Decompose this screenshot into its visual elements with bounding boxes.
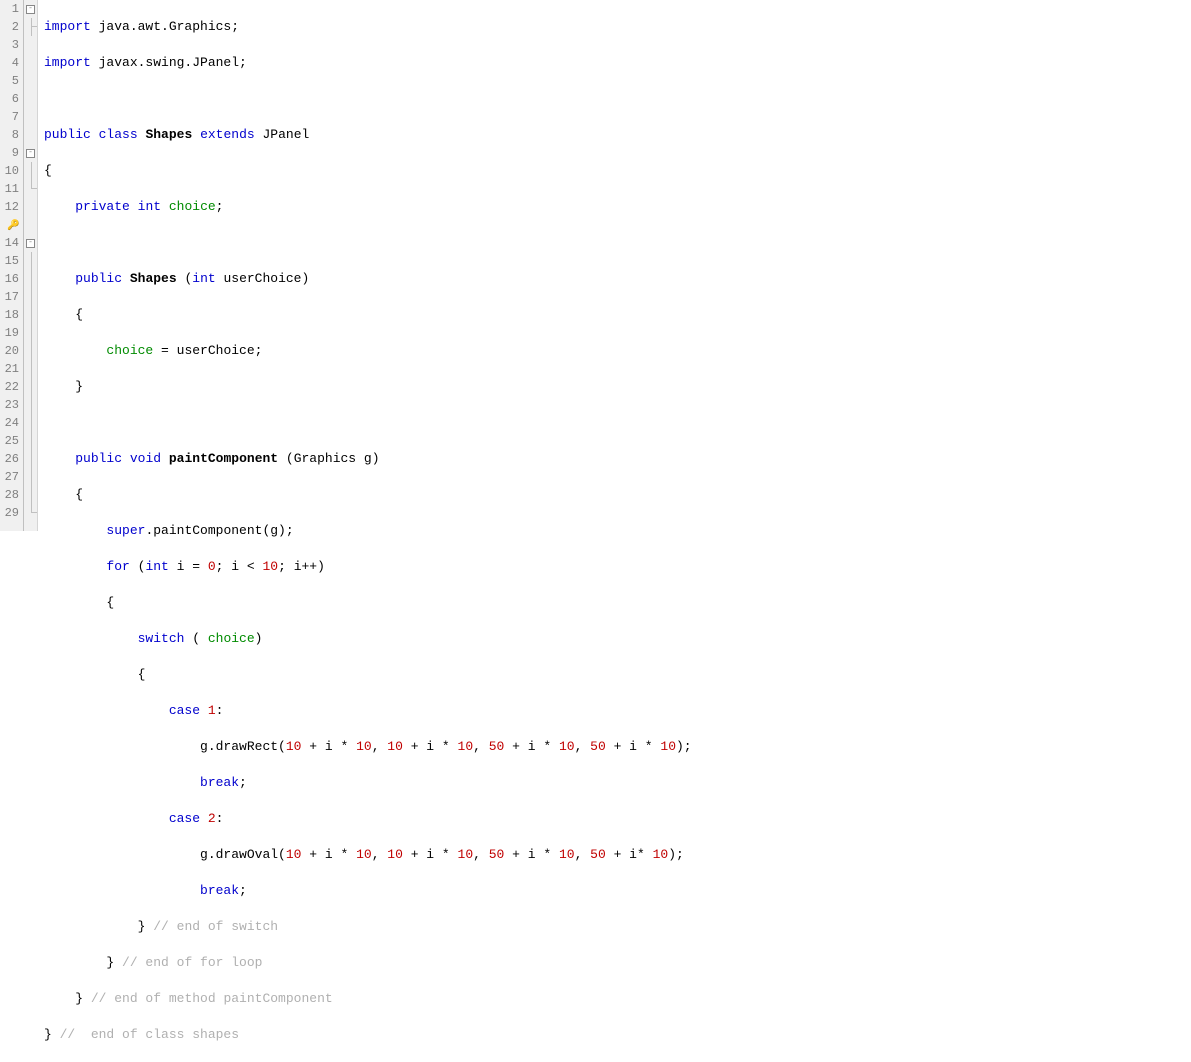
code-line[interactable]: { [44,306,1191,324]
code-line[interactable]: break; [44,882,1191,900]
code-line[interactable]: super.paintComponent(g); [44,522,1191,540]
code-line[interactable]: } // end of class shapes [44,1026,1191,1044]
fold-toggle[interactable]: - [26,239,35,248]
override-icon[interactable]: 🔑 [7,218,19,230]
line-number: 27 [0,468,19,486]
line-number: 7 [0,108,19,126]
code-line[interactable]: switch ( choice) [44,630,1191,648]
line-number: 28 [0,486,19,504]
code-line[interactable]: g.drawRect(10 + i * 10, 10 + i * 10, 50 … [44,738,1191,756]
line-number: 21 [0,360,19,378]
code-line[interactable]: public class Shapes extends JPanel [44,126,1191,144]
code-editor[interactable]: import java.awt.Graphics; import javax.s… [38,0,1191,531]
code-line[interactable]: } // end of for loop [44,954,1191,972]
line-number: 9 [0,144,19,162]
line-number: 11 [0,180,19,198]
code-line[interactable]: case 1: [44,702,1191,720]
code-line[interactable]: import javax.swing.JPanel; [44,54,1191,72]
line-number: 10 [0,162,19,180]
line-number: 25 [0,432,19,450]
code-line[interactable]: { [44,486,1191,504]
line-number: 3 [0,36,19,54]
line-number: 24 [0,414,19,432]
line-number: 6 [0,90,19,108]
line-number: 2 [0,18,19,36]
code-line[interactable]: } [44,378,1191,396]
code-line[interactable]: { [44,666,1191,684]
line-number: 14 [0,234,19,252]
line-number: 1 [0,0,19,18]
code-line[interactable]: private int choice; [44,198,1191,216]
line-number: 4 [0,54,19,72]
line-number: 12 [0,198,19,216]
line-number: 26 [0,450,19,468]
line-number: 22 [0,378,19,396]
line-number: 5 [0,72,19,90]
line-number: 15 [0,252,19,270]
code-line[interactable]: { [44,594,1191,612]
line-number: 23 [0,396,19,414]
fold-gutter: - - - [24,0,38,531]
line-number: 20 [0,342,19,360]
code-line[interactable]: } // end of method paintComponent [44,990,1191,1008]
code-line[interactable]: { [44,162,1191,180]
code-line[interactable]: case 2: [44,810,1191,828]
code-line[interactable] [44,234,1191,252]
line-number: 29 [0,504,19,522]
fold-toggle[interactable]: - [26,149,35,158]
code-line[interactable]: g.drawOval(10 + i * 10, 10 + i * 10, 50 … [44,846,1191,864]
line-number: 8 [0,126,19,144]
code-line[interactable]: } // end of switch [44,918,1191,936]
line-number: 16 [0,270,19,288]
code-line[interactable] [44,90,1191,108]
code-line[interactable]: import java.awt.Graphics; [44,18,1191,36]
code-line[interactable]: for (int i = 0; i < 10; i++) [44,558,1191,576]
fold-toggle[interactable]: - [26,5,35,14]
code-line[interactable]: break; [44,774,1191,792]
line-number: 19 [0,324,19,342]
code-line[interactable]: choice = userChoice; [44,342,1191,360]
line-number: 18 [0,306,19,324]
line-number-gutter: 1 2 3 4 5 6 7 8 9 10 11 12 🔑 14 15 16 17… [0,0,24,531]
line-number: 17 [0,288,19,306]
line-number: 🔑 [0,216,19,234]
code-line[interactable]: public void paintComponent (Graphics g) [44,450,1191,468]
code-line[interactable] [44,414,1191,432]
code-line[interactable]: public Shapes (int userChoice) [44,270,1191,288]
